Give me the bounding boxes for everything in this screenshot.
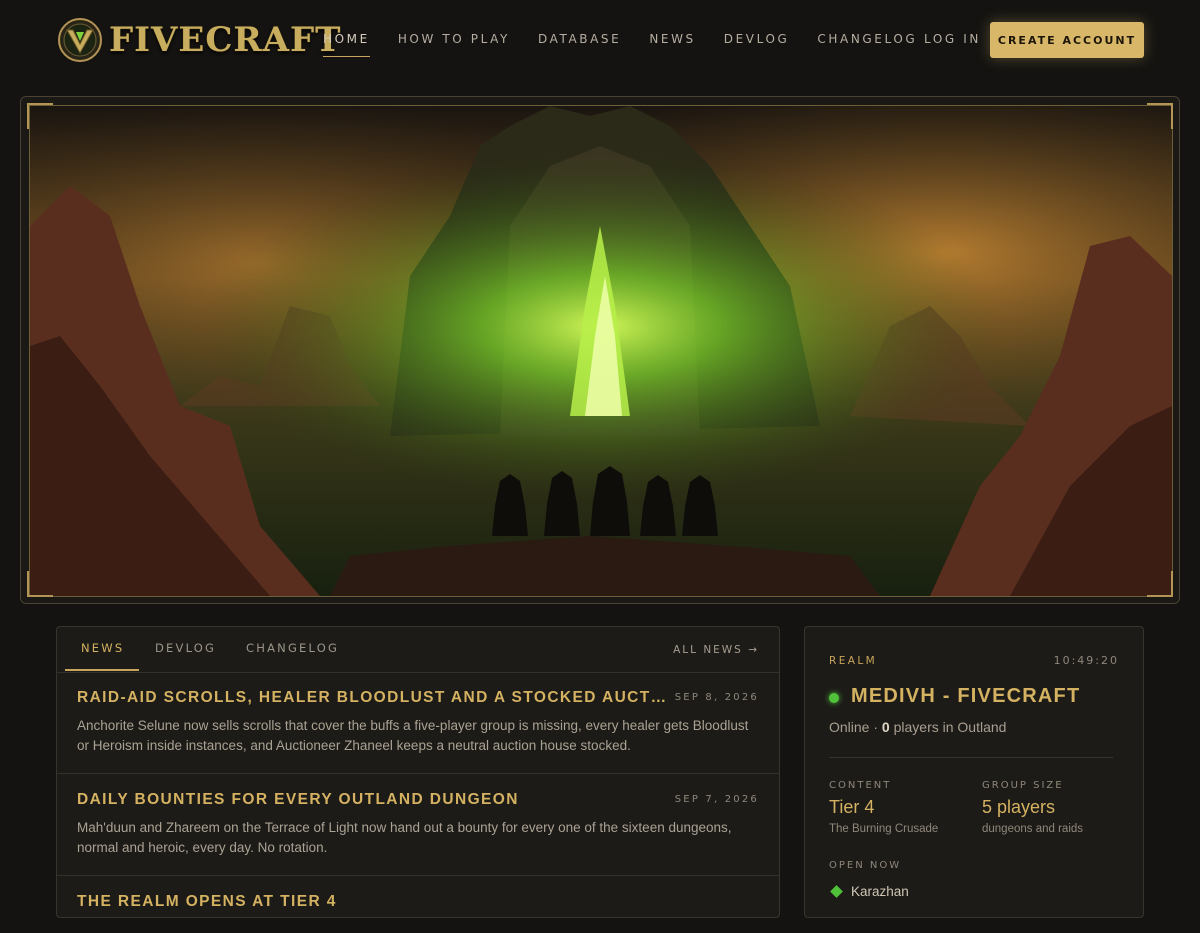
brand-name: FIVECRAFT	[109, 20, 342, 60]
content-value: Tier 4	[829, 797, 875, 817]
site-logo[interactable]: FIVECRAFT	[57, 16, 341, 64]
realm-online-status: Online · 0 players in Outland	[829, 719, 1007, 735]
article-summary: Mah'duun and Zhareem on the Terrace of L…	[77, 820, 732, 855]
hero-illustration	[30, 106, 1172, 596]
frame-corner-icon	[1147, 103, 1173, 129]
hero-banner	[20, 96, 1180, 604]
news-article[interactable]: DAILY BOUNTIES FOR EVERY OUTLAND DUNGEON…	[57, 791, 779, 876]
site-header: FIVECRAFT HOME HOW TO PLAY DATABASE NEWS…	[0, 0, 1200, 80]
all-news-link[interactable]: ALL NEWS →	[673, 644, 759, 656]
news-tabs: NEWS DEVLOG CHANGELOG ALL NEWS →	[57, 627, 779, 673]
nav-database[interactable]: DATABASE	[538, 32, 621, 57]
open-instance-name: Karazhan	[851, 884, 909, 899]
create-account-button[interactable]: CREATE ACCOUNT	[990, 22, 1144, 58]
diamond-icon	[830, 885, 843, 898]
realm-label: REALM	[829, 655, 878, 667]
nav-news[interactable]: NEWS	[649, 32, 695, 57]
divider	[829, 757, 1113, 758]
login-link[interactable]: LOG IN	[924, 32, 981, 46]
news-panel: NEWS DEVLOG CHANGELOG ALL NEWS → RAID-AI…	[56, 626, 780, 918]
content-expansion: The Burning Crusade	[829, 823, 939, 835]
article-date: SEP 7, 2026	[674, 794, 759, 805]
news-article[interactable]: THE REALM OPENS AT TIER 4	[57, 893, 779, 933]
nav-devlog[interactable]: DEVLOG	[724, 32, 790, 57]
frame-corner-icon	[27, 571, 53, 597]
group-size-label: GROUP SIZE	[982, 780, 1064, 791]
active-tab-indicator	[65, 669, 139, 671]
realm-clock: 10:49:20	[1053, 654, 1119, 667]
article-title[interactable]: DAILY BOUNTIES FOR EVERY OUTLAND DUNGEON	[77, 791, 667, 809]
tab-changelog[interactable]: CHANGELOG	[246, 641, 339, 655]
main-nav: HOME HOW TO PLAY DATABASE NEWS DEVLOG CH…	[323, 32, 945, 57]
logo-emblem-icon	[58, 18, 102, 62]
nav-how-to-play[interactable]: HOW TO PLAY	[398, 32, 510, 57]
tab-news[interactable]: NEWS	[81, 641, 124, 655]
article-date: SEP 8, 2026	[674, 692, 759, 703]
nav-changelog[interactable]: CHANGELOG	[817, 32, 917, 57]
online-status-icon	[829, 693, 839, 703]
article-title[interactable]: THE REALM OPENS AT TIER 4	[77, 893, 667, 911]
hero-image	[29, 105, 1173, 597]
tab-devlog[interactable]: DEVLOG	[155, 641, 216, 655]
open-instance-item[interactable]: Karazhan	[829, 884, 909, 899]
group-size-note: dungeons and raids	[982, 823, 1084, 835]
frame-corner-icon	[1147, 571, 1173, 597]
content-label: CONTENT	[829, 780, 892, 791]
realm-name: MEDIVH - FIVECRAFT	[851, 685, 1081, 707]
nav-home[interactable]: HOME	[323, 32, 370, 57]
realm-status-panel: REALM 10:49:20 MEDIVH - FIVECRAFT Online…	[804, 626, 1144, 918]
open-now-label: OPEN NOW	[829, 860, 902, 871]
news-article[interactable]: RAID-AID SCROLLS, HEALER BLOODLUST AND A…	[57, 689, 779, 774]
group-size-value: 5 players	[982, 797, 1056, 817]
frame-corner-icon	[27, 103, 53, 129]
player-count: 0	[881, 719, 890, 735]
article-title[interactable]: RAID-AID SCROLLS, HEALER BLOODLUST AND A…	[77, 689, 667, 707]
article-summary: Anchorite Selune now sells scrolls that …	[77, 718, 749, 753]
